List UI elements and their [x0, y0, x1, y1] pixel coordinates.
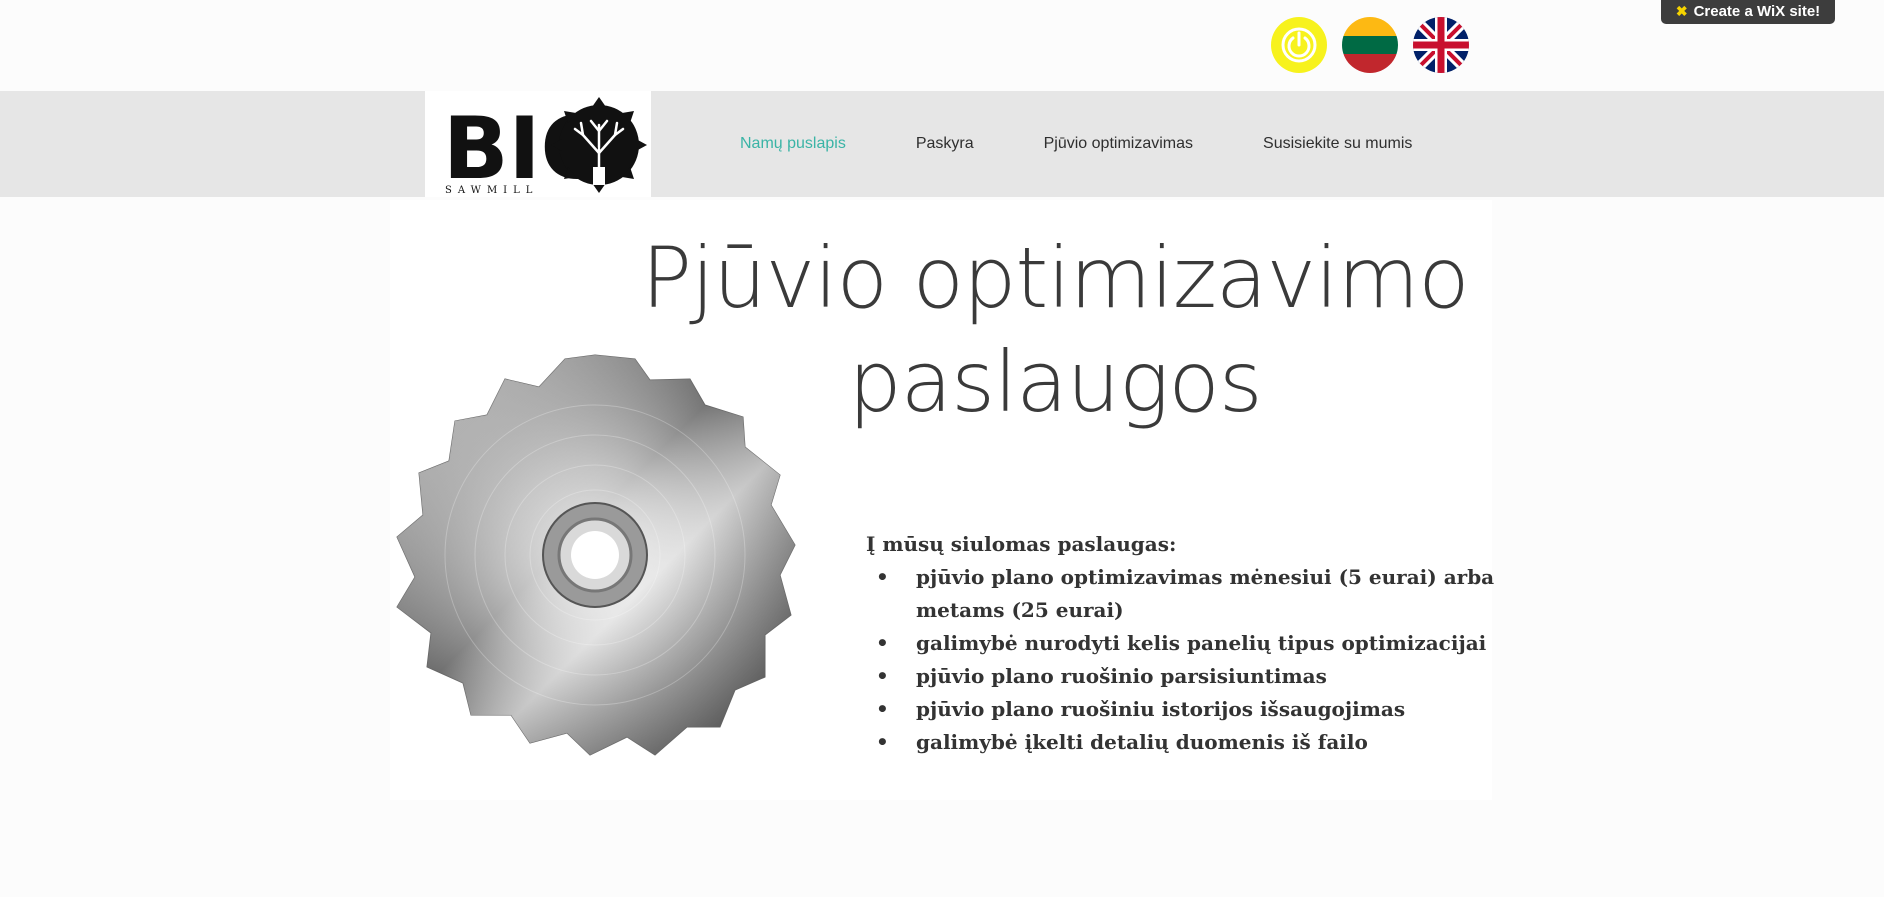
- main-nav: Namų puslapis Paskyra Pjūvio optimizavim…: [740, 91, 1412, 197]
- nav-item-cut-optimization[interactable]: Pjūvio optimizavimas: [1044, 135, 1193, 153]
- page-title-line2: paslaugos: [848, 333, 1262, 431]
- create-wix-site-badge[interactable]: ✖ Create a WiX site!: [1661, 0, 1835, 24]
- nav-item-home[interactable]: Namų puslapis: [740, 135, 846, 153]
- service-text: pjūvio plano optimizavimas mėnesiui (5 e…: [916, 565, 1495, 622]
- power-icon[interactable]: [1271, 17, 1327, 73]
- list-item: • galimybė nurodyti kelis panelių tipus o…: [876, 631, 1487, 655]
- saw-blade-image: [380, 340, 810, 770]
- list-item: • pjūvio plano optimizavimas mėnesiui (5 …: [876, 565, 1495, 622]
- nav-item-account[interactable]: Paskyra: [916, 135, 974, 153]
- services-section: Į mūsų siulomas paslaugas: • pjūvio plano…: [866, 528, 1506, 759]
- lithuania-flag-icon[interactable]: [1342, 17, 1398, 73]
- services-list: • pjūvio plano optimizavimas mėnesiui (5 …: [866, 561, 1506, 759]
- page-title-line1: Pjūvio optimizavimo: [641, 229, 1469, 327]
- list-item: • pjūvio plano ruošinio parsisiuntimas: [876, 664, 1327, 688]
- services-intro: Į mūsų siulomas paslaugas:: [866, 532, 1177, 556]
- service-text: galimybė įkelti detalių duomenis iš fail…: [916, 730, 1368, 754]
- logo-subtext: SAWMILL: [445, 185, 538, 196]
- service-text: pjūvio plano ruošiniu istorijos išsaugoj…: [916, 697, 1406, 721]
- list-item: • pjūvio plano ruošiniu istorijos išsaugo…: [876, 697, 1406, 721]
- wix-badge-label: Create a WiX site!: [1693, 3, 1821, 20]
- service-text: galimybė nurodyti kelis panelių tipus op…: [916, 631, 1487, 655]
- nav-item-contact[interactable]: Susisiekite su mumis: [1263, 135, 1412, 153]
- uk-flag-icon[interactable]: [1413, 17, 1469, 73]
- list-item: • galimybė įkelti detalių duomenis iš fai…: [876, 730, 1368, 754]
- page: ✖ Create a WiX site! BIO SAWMILL Namų pu…: [0, 0, 1884, 897]
- service-text: pjūvio plano ruošinio parsisiuntimas: [916, 664, 1327, 688]
- wix-star-icon: ✖: [1675, 3, 1688, 19]
- site-logo[interactable]: BIO SAWMILL: [425, 91, 651, 199]
